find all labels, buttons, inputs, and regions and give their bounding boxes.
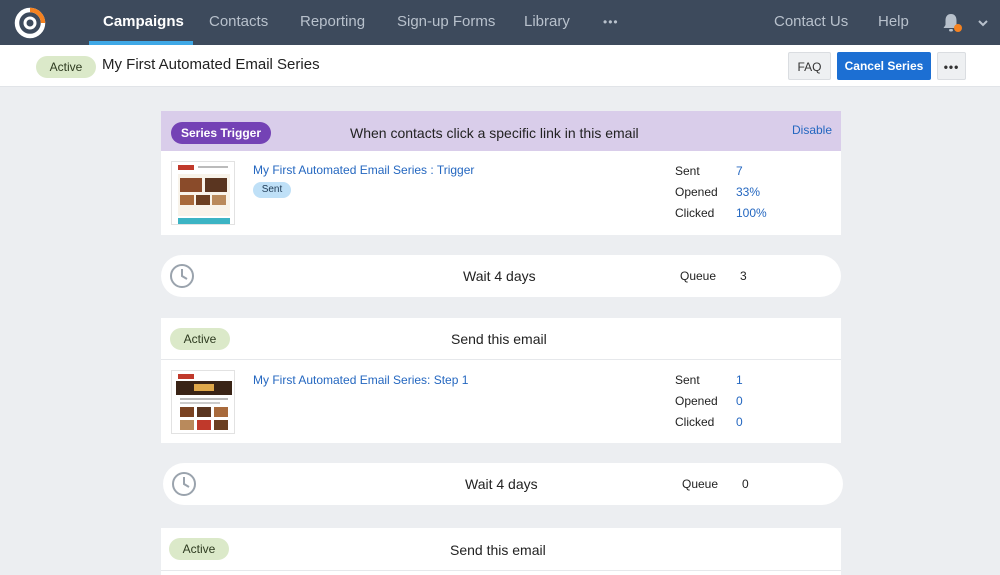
stat-clicked-value[interactable]: 0 bbox=[736, 415, 743, 429]
step-status-badge: Active bbox=[170, 328, 230, 350]
email-sent-badge: Sent bbox=[253, 182, 291, 198]
queue-count: 3 bbox=[740, 269, 747, 283]
email-thumbnail[interactable] bbox=[171, 370, 235, 434]
chevron-down-icon[interactable] bbox=[977, 18, 989, 28]
stat-opened-label: Opened bbox=[675, 185, 718, 199]
wait-duration[interactable]: Wait 4 days bbox=[463, 268, 536, 284]
email-thumbnail[interactable] bbox=[171, 161, 235, 225]
nav-signup-forms[interactable]: Sign-up Forms bbox=[397, 0, 495, 45]
nav-library[interactable]: Library bbox=[524, 0, 570, 45]
series-trigger-badge: Series Trigger bbox=[171, 122, 271, 144]
trigger-header: Series Trigger When contacts click a spe… bbox=[161, 111, 841, 151]
send-email-step-card: Active Send this email bbox=[161, 528, 841, 575]
constant-contact-logo-icon[interactable] bbox=[14, 7, 46, 39]
series-status-badge: Active bbox=[36, 56, 96, 78]
trigger-description: When contacts click a specific link in t… bbox=[350, 125, 639, 141]
queue-count: 0 bbox=[742, 477, 749, 491]
nav-reporting[interactable]: Reporting bbox=[300, 0, 365, 45]
disable-trigger-link[interactable]: Disable bbox=[792, 123, 832, 137]
trigger-email-link[interactable]: My First Automated Email Series : Trigge… bbox=[253, 163, 474, 177]
stat-clicked-label: Clicked bbox=[675, 415, 715, 429]
nav-contacts[interactable]: Contacts bbox=[209, 0, 268, 45]
nav-more-menu[interactable]: ••• bbox=[603, 0, 619, 45]
send-email-step-card: Active Send this email My First Automate… bbox=[161, 318, 841, 443]
stat-clicked-label: Clicked bbox=[675, 206, 715, 220]
series-trigger-card: Series Trigger When contacts click a spe… bbox=[161, 111, 841, 235]
stat-clicked-value[interactable]: 100% bbox=[736, 206, 767, 220]
page-title: My First Automated Email Series bbox=[102, 56, 320, 73]
wait-step: Wait 4 days Queue 3 bbox=[161, 255, 841, 297]
queue-label: Queue bbox=[680, 269, 717, 283]
nav-contact-us[interactable]: Contact Us bbox=[774, 0, 848, 45]
nav-help[interactable]: Help bbox=[878, 0, 909, 45]
faq-button[interactable]: FAQ bbox=[788, 52, 831, 80]
wait-duration[interactable]: Wait 4 days bbox=[465, 476, 538, 492]
step-status-badge: Active bbox=[169, 538, 229, 560]
stat-sent-label: Sent bbox=[675, 164, 700, 178]
clock-icon bbox=[170, 264, 194, 288]
divider bbox=[161, 359, 841, 360]
wait-step: Wait 4 days Queue 0 bbox=[163, 463, 843, 505]
step-heading: Send this email bbox=[450, 542, 546, 558]
step-email-link[interactable]: My First Automated Email Series: Step 1 bbox=[253, 373, 468, 387]
stat-sent-label: Sent bbox=[675, 373, 700, 387]
queue-label: Queue bbox=[682, 477, 719, 491]
stat-opened-value[interactable]: 0 bbox=[736, 394, 743, 408]
notification-bell-icon[interactable] bbox=[941, 12, 963, 34]
step-heading: Send this email bbox=[451, 331, 547, 347]
top-nav: Campaigns Contacts Reporting Sign-up For… bbox=[0, 0, 1000, 45]
stat-opened-value[interactable]: 33% bbox=[736, 185, 760, 199]
stat-opened-label: Opened bbox=[675, 394, 718, 408]
stat-sent-value[interactable]: 1 bbox=[736, 373, 743, 387]
clock-icon bbox=[172, 472, 196, 496]
more-options-button[interactable]: ••• bbox=[937, 52, 966, 80]
stat-sent-value[interactable]: 7 bbox=[736, 164, 743, 178]
series-header: Active My First Automated Email Series F… bbox=[0, 45, 1000, 87]
divider bbox=[161, 570, 841, 571]
nav-campaigns[interactable]: Campaigns bbox=[103, 0, 184, 45]
cancel-series-button[interactable]: Cancel Series bbox=[837, 52, 931, 80]
